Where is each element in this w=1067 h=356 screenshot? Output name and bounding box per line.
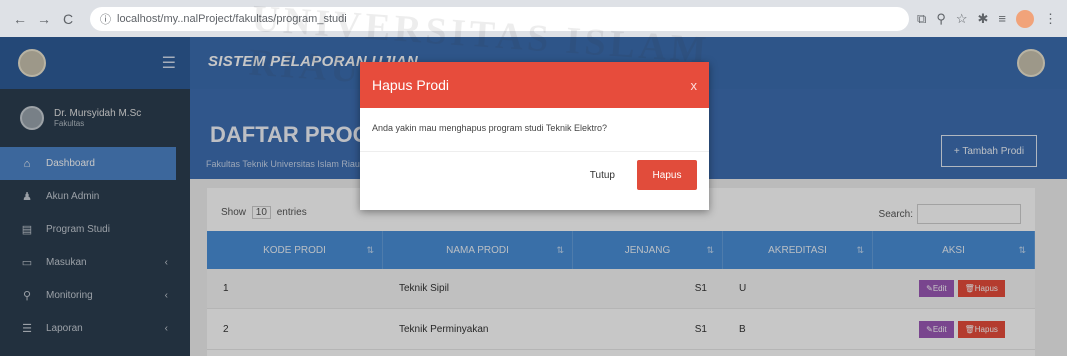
delete-prodi-modal: Hapus Prodi x Anda yakin mau menghapus p… <box>360 62 709 210</box>
hapus-confirm-button[interactable]: Hapus <box>637 160 697 190</box>
reading-list-icon[interactable]: ≡ <box>998 11 1006 26</box>
star-icon[interactable]: ☆ <box>956 11 968 27</box>
menu-icon[interactable]: ⋮ <box>1044 11 1057 27</box>
forward-button[interactable]: → <box>34 9 54 29</box>
modal-title: Hapus Prodi <box>372 77 450 93</box>
close-icon[interactable]: x <box>691 78 698 93</box>
address-bar[interactable]: ⓘ localhost/my..nalProject/fakultas/prog… <box>90 6 910 31</box>
info-icon[interactable]: ⓘ <box>100 11 111 27</box>
modal-footer: Tutup Hapus <box>360 152 709 198</box>
zoom-icon[interactable]: ⚲ <box>936 11 946 27</box>
tutup-button[interactable]: Tutup <box>582 162 623 189</box>
profile-avatar[interactable] <box>1016 9 1034 28</box>
back-button[interactable]: ← <box>10 9 30 29</box>
reload-button[interactable]: C <box>58 9 78 29</box>
modal-message: Anda yakin mau menghapus program studi T… <box>360 108 709 152</box>
translate-icon[interactable]: ⧉ <box>917 11 926 27</box>
url-text: localhost/my..nalProject/fakultas/progra… <box>117 12 347 25</box>
modal-header: Hapus Prodi x <box>360 62 709 108</box>
extensions-icon[interactable]: ✱ <box>978 11 989 27</box>
browser-toolbar: ← → C ⓘ localhost/my..nalProject/fakulta… <box>0 0 1067 37</box>
